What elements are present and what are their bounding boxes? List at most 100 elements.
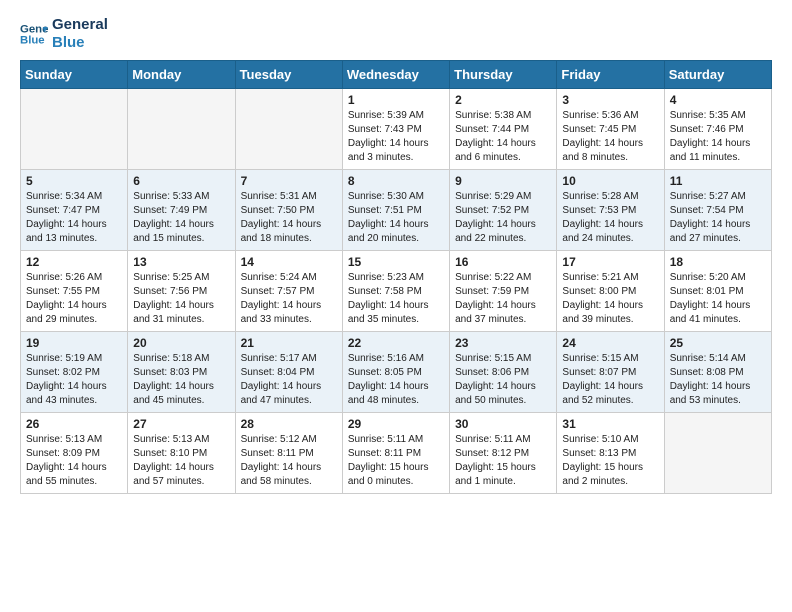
day-number: 16 bbox=[455, 255, 551, 269]
day-number: 13 bbox=[133, 255, 229, 269]
calendar-cell: 11 Sunrise: 5:27 AMSunset: 7:54 PMDayligh… bbox=[664, 170, 771, 251]
day-number: 10 bbox=[562, 174, 658, 188]
calendar-cell: 8 Sunrise: 5:30 AMSunset: 7:51 PMDaylight… bbox=[342, 170, 449, 251]
day-number: 28 bbox=[241, 417, 337, 431]
day-number: 15 bbox=[348, 255, 444, 269]
day-info: Sunrise: 5:35 AMSunset: 7:46 PMDaylight:… bbox=[670, 109, 766, 165]
calendar-cell: 27 Sunrise: 5:13 AMSunset: 8:10 PMDayligh… bbox=[128, 413, 235, 494]
day-number: 14 bbox=[241, 255, 337, 269]
logo-icon: General Blue bbox=[20, 20, 48, 48]
header: General Blue General Blue bbox=[20, 16, 772, 52]
day-info: Sunrise: 5:11 AMSunset: 8:12 PMDaylight:… bbox=[455, 433, 551, 489]
header-thursday: Thursday bbox=[450, 61, 557, 89]
day-info: Sunrise: 5:12 AMSunset: 8:11 PMDaylight:… bbox=[241, 433, 337, 489]
calendar-cell: 25Sunrise: 5:14 AMSunset: 8:08 PMDayligh… bbox=[664, 332, 771, 413]
day-number: 26 bbox=[26, 417, 122, 431]
calendar-week-1: 1 Sunrise: 5:39 AMSunset: 7:43 PMDaylight… bbox=[21, 89, 772, 170]
day-info: Sunrise: 5:15 AMSunset: 8:06 PMDaylight:… bbox=[455, 352, 551, 408]
calendar-cell: 16 Sunrise: 5:22 AMSunset: 7:59 PMDayligh… bbox=[450, 251, 557, 332]
svg-text:Blue: Blue bbox=[20, 35, 45, 47]
calendar-cell bbox=[235, 89, 342, 170]
logo-text-line2: Blue bbox=[52, 34, 108, 52]
calendar-cell: 28 Sunrise: 5:12 AMSunset: 8:11 PMDayligh… bbox=[235, 413, 342, 494]
day-number: 6 bbox=[133, 174, 229, 188]
calendar-week-2: 5Sunrise: 5:34 AMSunset: 7:47 PMDaylight… bbox=[21, 170, 772, 251]
header-sunday: Sunday bbox=[21, 61, 128, 89]
day-number: 25 bbox=[670, 336, 766, 350]
day-info: Sunrise: 5:15 AMSunset: 8:07 PMDaylight:… bbox=[562, 352, 658, 408]
day-number: 11 bbox=[670, 174, 766, 188]
day-number: 1 bbox=[348, 93, 444, 107]
day-info: Sunrise: 5:16 AMSunset: 8:05 PMDaylight:… bbox=[348, 352, 444, 408]
day-info: Sunrise: 5:36 AMSunset: 7:45 PMDaylight:… bbox=[562, 109, 658, 165]
calendar-cell: 19Sunrise: 5:19 AMSunset: 8:02 PMDayligh… bbox=[21, 332, 128, 413]
calendar-cell: 14 Sunrise: 5:24 AMSunset: 7:57 PMDayligh… bbox=[235, 251, 342, 332]
day-number: 23 bbox=[455, 336, 551, 350]
calendar-cell: 12 Sunrise: 5:26 AMSunset: 7:55 PMDayligh… bbox=[21, 251, 128, 332]
day-number: 7 bbox=[241, 174, 337, 188]
calendar-table: SundayMondayTuesdayWednesdayThursdayFrid… bbox=[20, 60, 772, 494]
day-number: 30 bbox=[455, 417, 551, 431]
calendar-cell: 22 Sunrise: 5:16 AMSunset: 8:05 PMDayligh… bbox=[342, 332, 449, 413]
logo: General Blue General Blue bbox=[20, 16, 108, 52]
calendar-cell: 26 Sunrise: 5:13 AMSunset: 8:09 PMDayligh… bbox=[21, 413, 128, 494]
day-info: Sunrise: 5:25 AMSunset: 7:56 PMDaylight:… bbox=[133, 271, 229, 327]
calendar-cell: 24 Sunrise: 5:15 AMSunset: 8:07 PMDayligh… bbox=[557, 332, 664, 413]
day-number: 18 bbox=[670, 255, 766, 269]
day-number: 8 bbox=[348, 174, 444, 188]
day-info: Sunrise: 5:11 AMSunset: 8:11 PMDaylight:… bbox=[348, 433, 444, 489]
day-number: 4 bbox=[670, 93, 766, 107]
day-number: 17 bbox=[562, 255, 658, 269]
calendar-cell: 7 Sunrise: 5:31 AMSunset: 7:50 PMDaylight… bbox=[235, 170, 342, 251]
day-number: 9 bbox=[455, 174, 551, 188]
calendar-cell: 6 Sunrise: 5:33 AMSunset: 7:49 PMDaylight… bbox=[128, 170, 235, 251]
day-number: 19 bbox=[26, 336, 122, 350]
calendar-week-3: 12 Sunrise: 5:26 AMSunset: 7:55 PMDayligh… bbox=[21, 251, 772, 332]
day-number: 3 bbox=[562, 93, 658, 107]
day-number: 20 bbox=[133, 336, 229, 350]
calendar-week-4: 19Sunrise: 5:19 AMSunset: 8:02 PMDayligh… bbox=[21, 332, 772, 413]
day-info: Sunrise: 5:27 AMSunset: 7:54 PMDaylight:… bbox=[670, 190, 766, 246]
day-info: Sunrise: 5:31 AMSunset: 7:50 PMDaylight:… bbox=[241, 190, 337, 246]
calendar-week-5: 26 Sunrise: 5:13 AMSunset: 8:09 PMDayligh… bbox=[21, 413, 772, 494]
header-wednesday: Wednesday bbox=[342, 61, 449, 89]
day-number: 27 bbox=[133, 417, 229, 431]
calendar-cell: 31Sunrise: 5:10 AMSunset: 8:13 PMDayligh… bbox=[557, 413, 664, 494]
calendar-cell: 21 Sunrise: 5:17 AMSunset: 8:04 PMDayligh… bbox=[235, 332, 342, 413]
day-info: Sunrise: 5:22 AMSunset: 7:59 PMDaylight:… bbox=[455, 271, 551, 327]
day-info: Sunrise: 5:23 AMSunset: 7:58 PMDaylight:… bbox=[348, 271, 444, 327]
day-info: Sunrise: 5:10 AMSunset: 8:13 PMDaylight:… bbox=[562, 433, 658, 489]
day-info: Sunrise: 5:39 AMSunset: 7:43 PMDaylight:… bbox=[348, 109, 444, 165]
calendar-cell: 15 Sunrise: 5:23 AMSunset: 7:58 PMDayligh… bbox=[342, 251, 449, 332]
day-number: 12 bbox=[26, 255, 122, 269]
day-number: 2 bbox=[455, 93, 551, 107]
day-number: 24 bbox=[562, 336, 658, 350]
day-info: Sunrise: 5:18 AMSunset: 8:03 PMDaylight:… bbox=[133, 352, 229, 408]
day-info: Sunrise: 5:26 AMSunset: 7:55 PMDaylight:… bbox=[26, 271, 122, 327]
header-tuesday: Tuesday bbox=[235, 61, 342, 89]
day-info: Sunrise: 5:13 AMSunset: 8:09 PMDaylight:… bbox=[26, 433, 122, 489]
day-info: Sunrise: 5:38 AMSunset: 7:44 PMDaylight:… bbox=[455, 109, 551, 165]
day-number: 21 bbox=[241, 336, 337, 350]
day-info: Sunrise: 5:13 AMSunset: 8:10 PMDaylight:… bbox=[133, 433, 229, 489]
day-info: Sunrise: 5:24 AMSunset: 7:57 PMDaylight:… bbox=[241, 271, 337, 327]
calendar-cell: 2 Sunrise: 5:38 AMSunset: 7:44 PMDaylight… bbox=[450, 89, 557, 170]
calendar-cell: 3 Sunrise: 5:36 AMSunset: 7:45 PMDaylight… bbox=[557, 89, 664, 170]
day-info: Sunrise: 5:21 AMSunset: 8:00 PMDaylight:… bbox=[562, 271, 658, 327]
day-number: 29 bbox=[348, 417, 444, 431]
calendar-cell: 30 Sunrise: 5:11 AMSunset: 8:12 PMDayligh… bbox=[450, 413, 557, 494]
calendar-cell: 20 Sunrise: 5:18 AMSunset: 8:03 PMDayligh… bbox=[128, 332, 235, 413]
day-number: 22 bbox=[348, 336, 444, 350]
day-info: Sunrise: 5:17 AMSunset: 8:04 PMDaylight:… bbox=[241, 352, 337, 408]
calendar-header-row: SundayMondayTuesdayWednesdayThursdayFrid… bbox=[21, 61, 772, 89]
day-info: Sunrise: 5:33 AMSunset: 7:49 PMDaylight:… bbox=[133, 190, 229, 246]
logo-text-line1: General bbox=[52, 16, 108, 34]
calendar-cell: 5Sunrise: 5:34 AMSunset: 7:47 PMDaylight… bbox=[21, 170, 128, 251]
calendar-cell bbox=[128, 89, 235, 170]
header-saturday: Saturday bbox=[664, 61, 771, 89]
calendar-cell: 13 Sunrise: 5:25 AMSunset: 7:56 PMDayligh… bbox=[128, 251, 235, 332]
calendar-cell bbox=[664, 413, 771, 494]
calendar-cell: 9Sunrise: 5:29 AMSunset: 7:52 PMDaylight… bbox=[450, 170, 557, 251]
day-info: Sunrise: 5:30 AMSunset: 7:51 PMDaylight:… bbox=[348, 190, 444, 246]
header-monday: Monday bbox=[128, 61, 235, 89]
